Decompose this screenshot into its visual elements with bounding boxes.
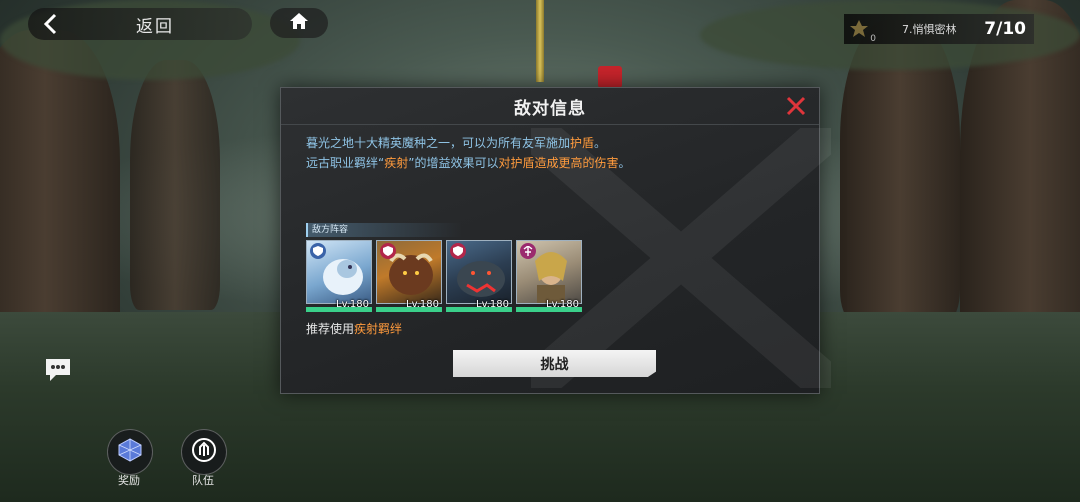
back-label: 返回 xyxy=(136,16,174,37)
enemy-hp-bar xyxy=(516,307,582,312)
desc-highlight: 疾射 xyxy=(384,156,409,170)
enemy-lineup: Lv.180 Lv.180 Lv.180 Lv.180 xyxy=(306,240,582,312)
tree-trunk xyxy=(0,30,120,360)
hp-fill xyxy=(376,307,442,312)
hp-fill xyxy=(306,307,372,312)
home-icon xyxy=(289,12,309,34)
gift-cube-icon xyxy=(117,437,143,467)
hp-fill xyxy=(446,307,512,312)
desc-text: 远古职业羁绊“ xyxy=(306,156,385,170)
stage-progress: 7/10 xyxy=(984,19,1026,39)
enemy-info-dialog: 敌对信息 暮光之地十大精英魔种之一，可以为所有友军施加护盾。 远古职业羁绊“疾射… xyxy=(280,87,831,394)
home-button[interactable] xyxy=(270,8,328,38)
enemy-hp-bar xyxy=(306,307,372,312)
back-button[interactable]: 返回 xyxy=(28,8,252,40)
recommend-text: 推荐使用 xyxy=(306,322,355,336)
stage-indicator: 0 7.悄惧密林 7/10 xyxy=(844,14,1034,44)
golden-staff xyxy=(536,0,544,82)
enemy-hp-bar xyxy=(446,307,512,312)
reward-label: 奖励 xyxy=(118,474,140,487)
hp-fill xyxy=(516,307,582,312)
archer-class-icon xyxy=(520,243,536,259)
enemy-card[interactable]: Lv.180 xyxy=(446,240,512,312)
enemy-lineup-title: 敌方阵容 xyxy=(306,223,462,237)
challenge-label: 挑战 xyxy=(540,356,569,373)
dialog-title: 敌对信息 xyxy=(514,98,586,119)
description-line: 远古职业羁绊“疾射”的增益效果可以对护盾造成更高的伤害。 xyxy=(306,153,630,173)
recommendation: 推荐使用疾射羁绊 xyxy=(306,320,402,337)
enemy-card[interactable]: Lv.180 xyxy=(376,240,442,312)
desc-text: 暮光之地十大精英魔种之一，可以为所有友军施加 xyxy=(306,136,571,150)
enemy-description: 暮光之地十大精英魔种之一，可以为所有友军施加护盾。 远古职业羁绊“疾射”的增益效… xyxy=(306,133,630,173)
desc-highlight: 对护盾造成更高的伤害 xyxy=(498,156,619,170)
team-icon xyxy=(191,437,217,467)
team-button[interactable] xyxy=(181,429,227,475)
recommend-highlight: 疾射羁绊 xyxy=(354,322,403,336)
desc-text: ”的增益效果可以 xyxy=(408,156,499,170)
desc-text: 。 xyxy=(618,156,631,170)
chat-icon[interactable] xyxy=(44,357,72,383)
shield-class-icon xyxy=(310,243,326,259)
tree-trunk xyxy=(130,60,220,310)
close-icon[interactable] xyxy=(785,95,807,117)
description-line: 暮光之地十大精英魔种之一，可以为所有友军施加护盾。 xyxy=(306,133,630,153)
chevron-left-icon xyxy=(28,8,74,40)
enemy-hp-bar xyxy=(376,307,442,312)
warrior-class-icon xyxy=(450,243,466,259)
desc-highlight: 护盾 xyxy=(570,136,595,150)
team-label: 队伍 xyxy=(192,474,214,487)
stage-emblem-icon: 0 xyxy=(846,16,876,44)
dialog-header: 敌对信息 xyxy=(281,88,819,125)
desc-text: 。 xyxy=(594,136,607,150)
enemy-card[interactable]: Lv.180 xyxy=(516,240,582,312)
emblem-count: 0 xyxy=(870,34,876,44)
challenge-button[interactable]: 挑战 xyxy=(453,350,656,377)
red-marker xyxy=(598,66,622,88)
stage-name: 7.悄惧密林 xyxy=(902,23,957,36)
warrior-class-icon xyxy=(380,243,396,259)
enemy-card[interactable]: Lv.180 xyxy=(306,240,372,312)
reward-button[interactable] xyxy=(107,429,153,475)
